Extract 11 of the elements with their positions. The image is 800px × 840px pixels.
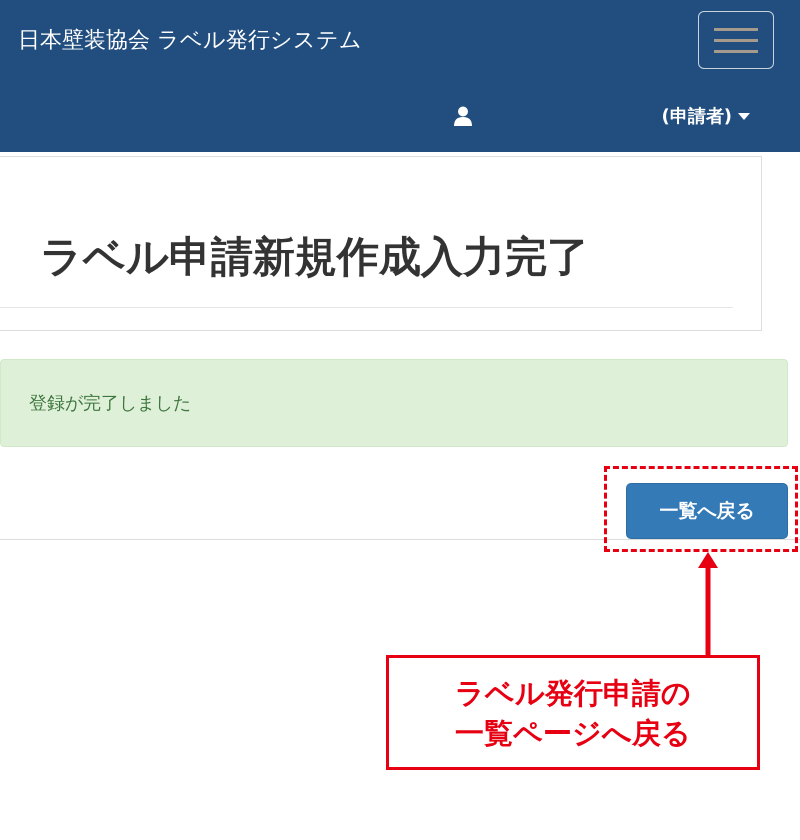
callout-text: 一覧ページへ戻る	[455, 714, 691, 752]
menu-button[interactable]	[698, 11, 774, 69]
user-icon[interactable]	[454, 106, 472, 126]
page-heading: ラベル申請新規作成入力完了	[0, 229, 733, 308]
user-menu[interactable]: (申請者)	[662, 104, 750, 128]
alert-message: 登録が完了しました	[29, 392, 191, 416]
brand-title[interactable]: 日本壁装協会 ラベル発行システム	[18, 25, 362, 55]
menu-icon	[714, 26, 758, 54]
callout-text: ラベル発行申請の	[455, 674, 691, 712]
back-to-list-button[interactable]: 一覧へ戻る	[626, 483, 788, 539]
caret-icon	[738, 112, 750, 120]
